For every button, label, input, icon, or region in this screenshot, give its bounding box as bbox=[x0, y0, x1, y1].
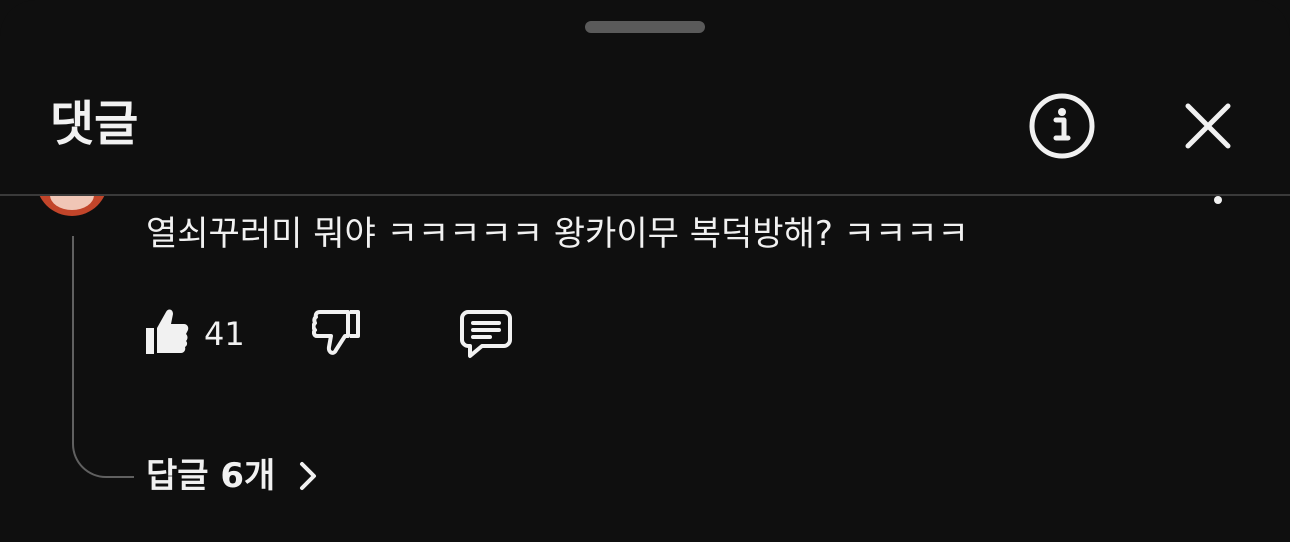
close-icon bbox=[1185, 103, 1231, 149]
reply-button[interactable] bbox=[458, 308, 514, 360]
like-count: 41 bbox=[204, 315, 245, 353]
chevron-right-icon bbox=[300, 462, 317, 490]
comment-text: 열쇠꾸러미 뭐야 ㅋㅋㅋㅋㅋ 왕카이무 복덕방해? ㅋㅋㅋㅋ bbox=[146, 214, 969, 254]
more-options-icon[interactable] bbox=[1214, 196, 1222, 204]
replies-label: 답글 6개 bbox=[146, 456, 276, 496]
comments-header: 댓글 bbox=[0, 60, 1290, 196]
thumbs-up-icon bbox=[146, 309, 189, 354]
thumbs-down-icon bbox=[311, 310, 360, 355]
drag-handle[interactable] bbox=[585, 21, 705, 33]
comment-thread: 열쇠꾸러미 뭐야 ㅋㅋㅋㅋㅋ 왕카이무 복덕방해? ㅋㅋㅋㅋ 41 답글 6개 bbox=[0, 196, 1290, 542]
info-circle-icon bbox=[1029, 93, 1095, 159]
like-button[interactable] bbox=[142, 306, 190, 358]
info-button[interactable] bbox=[1028, 92, 1096, 160]
comments-sheet: 댓글 열쇠꾸러미 뭐야 ㅋㅋㅋㅋㅋ 왕카이무 복덕방해? ㅋㅋㅋㅋ 41 답글 … bbox=[0, 0, 1290, 542]
comment-actions: 41 bbox=[142, 306, 562, 362]
dislike-button[interactable] bbox=[311, 308, 362, 360]
reply-icon bbox=[460, 310, 512, 358]
close-button[interactable] bbox=[1178, 96, 1238, 156]
page-title: 댓글 bbox=[50, 96, 139, 152]
thread-connector-line bbox=[72, 236, 134, 478]
avatar[interactable] bbox=[36, 196, 108, 216]
avatar-face bbox=[50, 196, 94, 210]
view-replies-button[interactable]: 답글 6개 bbox=[146, 452, 321, 500]
